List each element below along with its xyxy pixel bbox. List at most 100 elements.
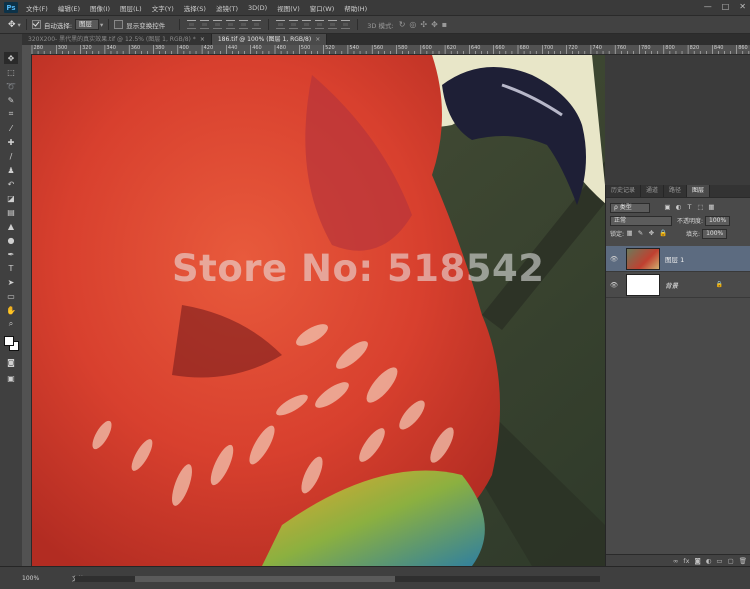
brush-tool-icon[interactable]: / xyxy=(4,150,18,162)
menu-image[interactable]: 图像(I) xyxy=(85,3,115,13)
tab-layers[interactable]: 图层 xyxy=(687,185,711,197)
layer-filter-row: ρ 类型 ▣ ◐ T ⬚ ▦ xyxy=(606,201,750,214)
trash-icon[interactable]: 🗑 xyxy=(739,557,747,565)
history-brush-tool-icon[interactable]: ↶ xyxy=(4,178,18,190)
new-layer-icon[interactable]: ▢ xyxy=(728,557,734,565)
shape-tool-icon[interactable]: ▭ xyxy=(4,290,18,302)
move-tool-icon[interactable]: ✥ xyxy=(8,20,16,30)
layer-name[interactable]: 背景 xyxy=(665,280,678,290)
menu-type[interactable]: 文字(Y) xyxy=(147,3,179,13)
zoom-level[interactable]: 100% xyxy=(0,575,52,582)
fx-icon[interactable]: fx xyxy=(683,557,689,565)
mask-icon[interactable]: ◙ xyxy=(694,557,700,565)
lock-all-icon[interactable]: 🔒 xyxy=(659,230,667,237)
type-filter-icon[interactable]: T xyxy=(686,204,693,211)
image-filter-icon[interactable]: ▣ xyxy=(664,204,671,211)
scrollbar-thumb[interactable] xyxy=(135,576,395,582)
menu-file[interactable]: 文件(F) xyxy=(21,3,53,13)
foreground-color-swatch[interactable] xyxy=(4,336,14,346)
fill-input[interactable]: 100% xyxy=(702,228,728,239)
pen-tool-icon[interactable]: ✒ xyxy=(4,248,18,260)
blur-tool-icon[interactable]: ▲ xyxy=(4,220,18,232)
lock-image-icon[interactable]: ✎ xyxy=(637,230,644,237)
menu-select[interactable]: 选择(S) xyxy=(179,3,211,13)
close-icon[interactable]: × xyxy=(200,36,205,43)
align-hcenter-icon[interactable] xyxy=(239,20,249,29)
distribute-left-icon[interactable] xyxy=(315,20,325,29)
visibility-eye-icon[interactable]: 👁 xyxy=(609,255,619,263)
menu-view[interactable]: 视图(V) xyxy=(272,3,305,13)
auto-select-dropdown[interactable]: 图层 xyxy=(75,19,100,30)
tab-paths[interactable]: 路径 xyxy=(664,185,688,197)
horizontal-scrollbar[interactable] xyxy=(75,576,600,582)
lock-position-icon[interactable]: ✥ xyxy=(648,230,655,237)
lock-transparent-icon[interactable]: ▦ xyxy=(626,230,633,237)
hand-tool-icon[interactable]: ✋ xyxy=(4,304,18,316)
link-icon[interactable]: ∞ xyxy=(673,557,678,565)
align-vcenter-icon[interactable] xyxy=(200,20,210,29)
3d-scale-icon[interactable]: ▪ xyxy=(442,20,447,29)
align-top-icon[interactable] xyxy=(187,20,197,29)
healing-brush-tool-icon[interactable]: ✚ xyxy=(4,136,18,148)
folder-icon[interactable]: ▭ xyxy=(716,557,722,565)
layer-row-1[interactable]: 👁 图层 1 xyxy=(606,246,750,272)
gradient-tool-icon[interactable]: ▤ xyxy=(4,206,18,218)
quick-mask-icon[interactable]: ◙ xyxy=(4,356,18,368)
close-icon[interactable]: × xyxy=(315,36,320,43)
menu-help[interactable]: 帮助(H) xyxy=(339,3,372,13)
type-tool-icon[interactable]: T xyxy=(4,262,18,274)
layer-row-background[interactable]: 👁 背景 🔒 xyxy=(606,272,750,298)
align-bottom-icon[interactable] xyxy=(213,20,223,29)
lasso-tool-icon[interactable]: ➰ xyxy=(4,80,18,92)
menu-edit[interactable]: 编辑(E) xyxy=(53,3,85,13)
distribute-vcenter-icon[interactable] xyxy=(289,20,299,29)
adjustment-icon[interactable]: ◐ xyxy=(706,557,712,565)
align-right-icon[interactable] xyxy=(252,20,262,29)
zoom-tool-icon[interactable]: ⌕ xyxy=(4,318,18,330)
quick-select-tool-icon[interactable]: ✎ xyxy=(4,94,18,106)
smart-object-filter-icon[interactable]: ▦ xyxy=(708,204,715,211)
3d-roll-icon[interactable]: ◎ xyxy=(409,20,416,29)
show-transform-checkbox[interactable] xyxy=(114,20,124,29)
close-button[interactable]: ✕ xyxy=(739,2,746,11)
layer-name[interactable]: 图层 1 xyxy=(665,254,684,264)
clone-stamp-tool-icon[interactable]: ♟ xyxy=(4,164,18,176)
screen-mode-icon[interactable]: ▣ xyxy=(4,372,18,384)
tab-document-1[interactable]: 320X200- 黑代黑的真实效果.tif @ 12.5% (图层 1, RGB… xyxy=(22,34,212,45)
3d-slide-icon[interactable]: ✥ xyxy=(431,20,438,29)
menu-layer[interactable]: 图层(L) xyxy=(115,3,147,13)
align-left-icon[interactable] xyxy=(226,20,236,29)
shape-filter-icon[interactable]: ⬚ xyxy=(697,204,704,211)
blend-mode-dropdown[interactable]: 正常 xyxy=(610,215,672,226)
path-select-tool-icon[interactable]: ➤ xyxy=(4,276,18,288)
opacity-input[interactable]: 100% xyxy=(705,215,731,226)
3d-rotate-icon[interactable]: ↻ xyxy=(399,20,406,29)
eyedropper-tool-icon[interactable]: ⁄ xyxy=(4,122,18,134)
document-canvas[interactable]: Store No: 518542 xyxy=(32,55,605,566)
distribute-bottom-icon[interactable] xyxy=(302,20,312,29)
distribute-hcenter-icon[interactable] xyxy=(328,20,338,29)
crop-tool-icon[interactable]: ⌗ xyxy=(4,108,18,120)
tab-document-2[interactable]: 186.tif @ 100% (图层 1, RGB/8) × xyxy=(211,34,328,45)
minimize-button[interactable]: — xyxy=(704,2,712,11)
menu-3d[interactable]: 3D(D) xyxy=(243,4,272,12)
ruler-tick-label: 340 xyxy=(106,45,116,51)
tool-preset-chevron-icon[interactable]: ▾ xyxy=(18,21,21,29)
tab-channels[interactable]: 通道 xyxy=(641,185,665,197)
maximize-button[interactable]: □ xyxy=(722,2,730,11)
distribute-top-icon[interactable] xyxy=(276,20,286,29)
auto-select-checkbox[interactable] xyxy=(31,20,41,29)
dodge-tool-icon[interactable]: ● xyxy=(4,234,18,246)
menu-filter[interactable]: 滤镜(T) xyxy=(211,3,243,13)
marquee-tool-icon[interactable]: ⬚ xyxy=(4,66,18,78)
menu-window[interactable]: 窗口(W) xyxy=(305,3,340,13)
layer-filter-dropdown[interactable]: ρ 类型 xyxy=(610,202,650,213)
visibility-eye-icon[interactable]: 👁 xyxy=(609,281,619,289)
3d-drag-icon[interactable]: ✣ xyxy=(420,20,427,29)
distribute-right-icon[interactable] xyxy=(341,20,351,29)
adjustment-filter-icon[interactable]: ◐ xyxy=(675,204,682,211)
eraser-tool-icon[interactable]: ◪ xyxy=(4,192,18,204)
ruler-tick-label: 300 xyxy=(57,45,68,51)
move-tool-icon[interactable]: ✥ xyxy=(4,52,18,64)
tab-history[interactable]: 历史记录 xyxy=(606,185,642,197)
